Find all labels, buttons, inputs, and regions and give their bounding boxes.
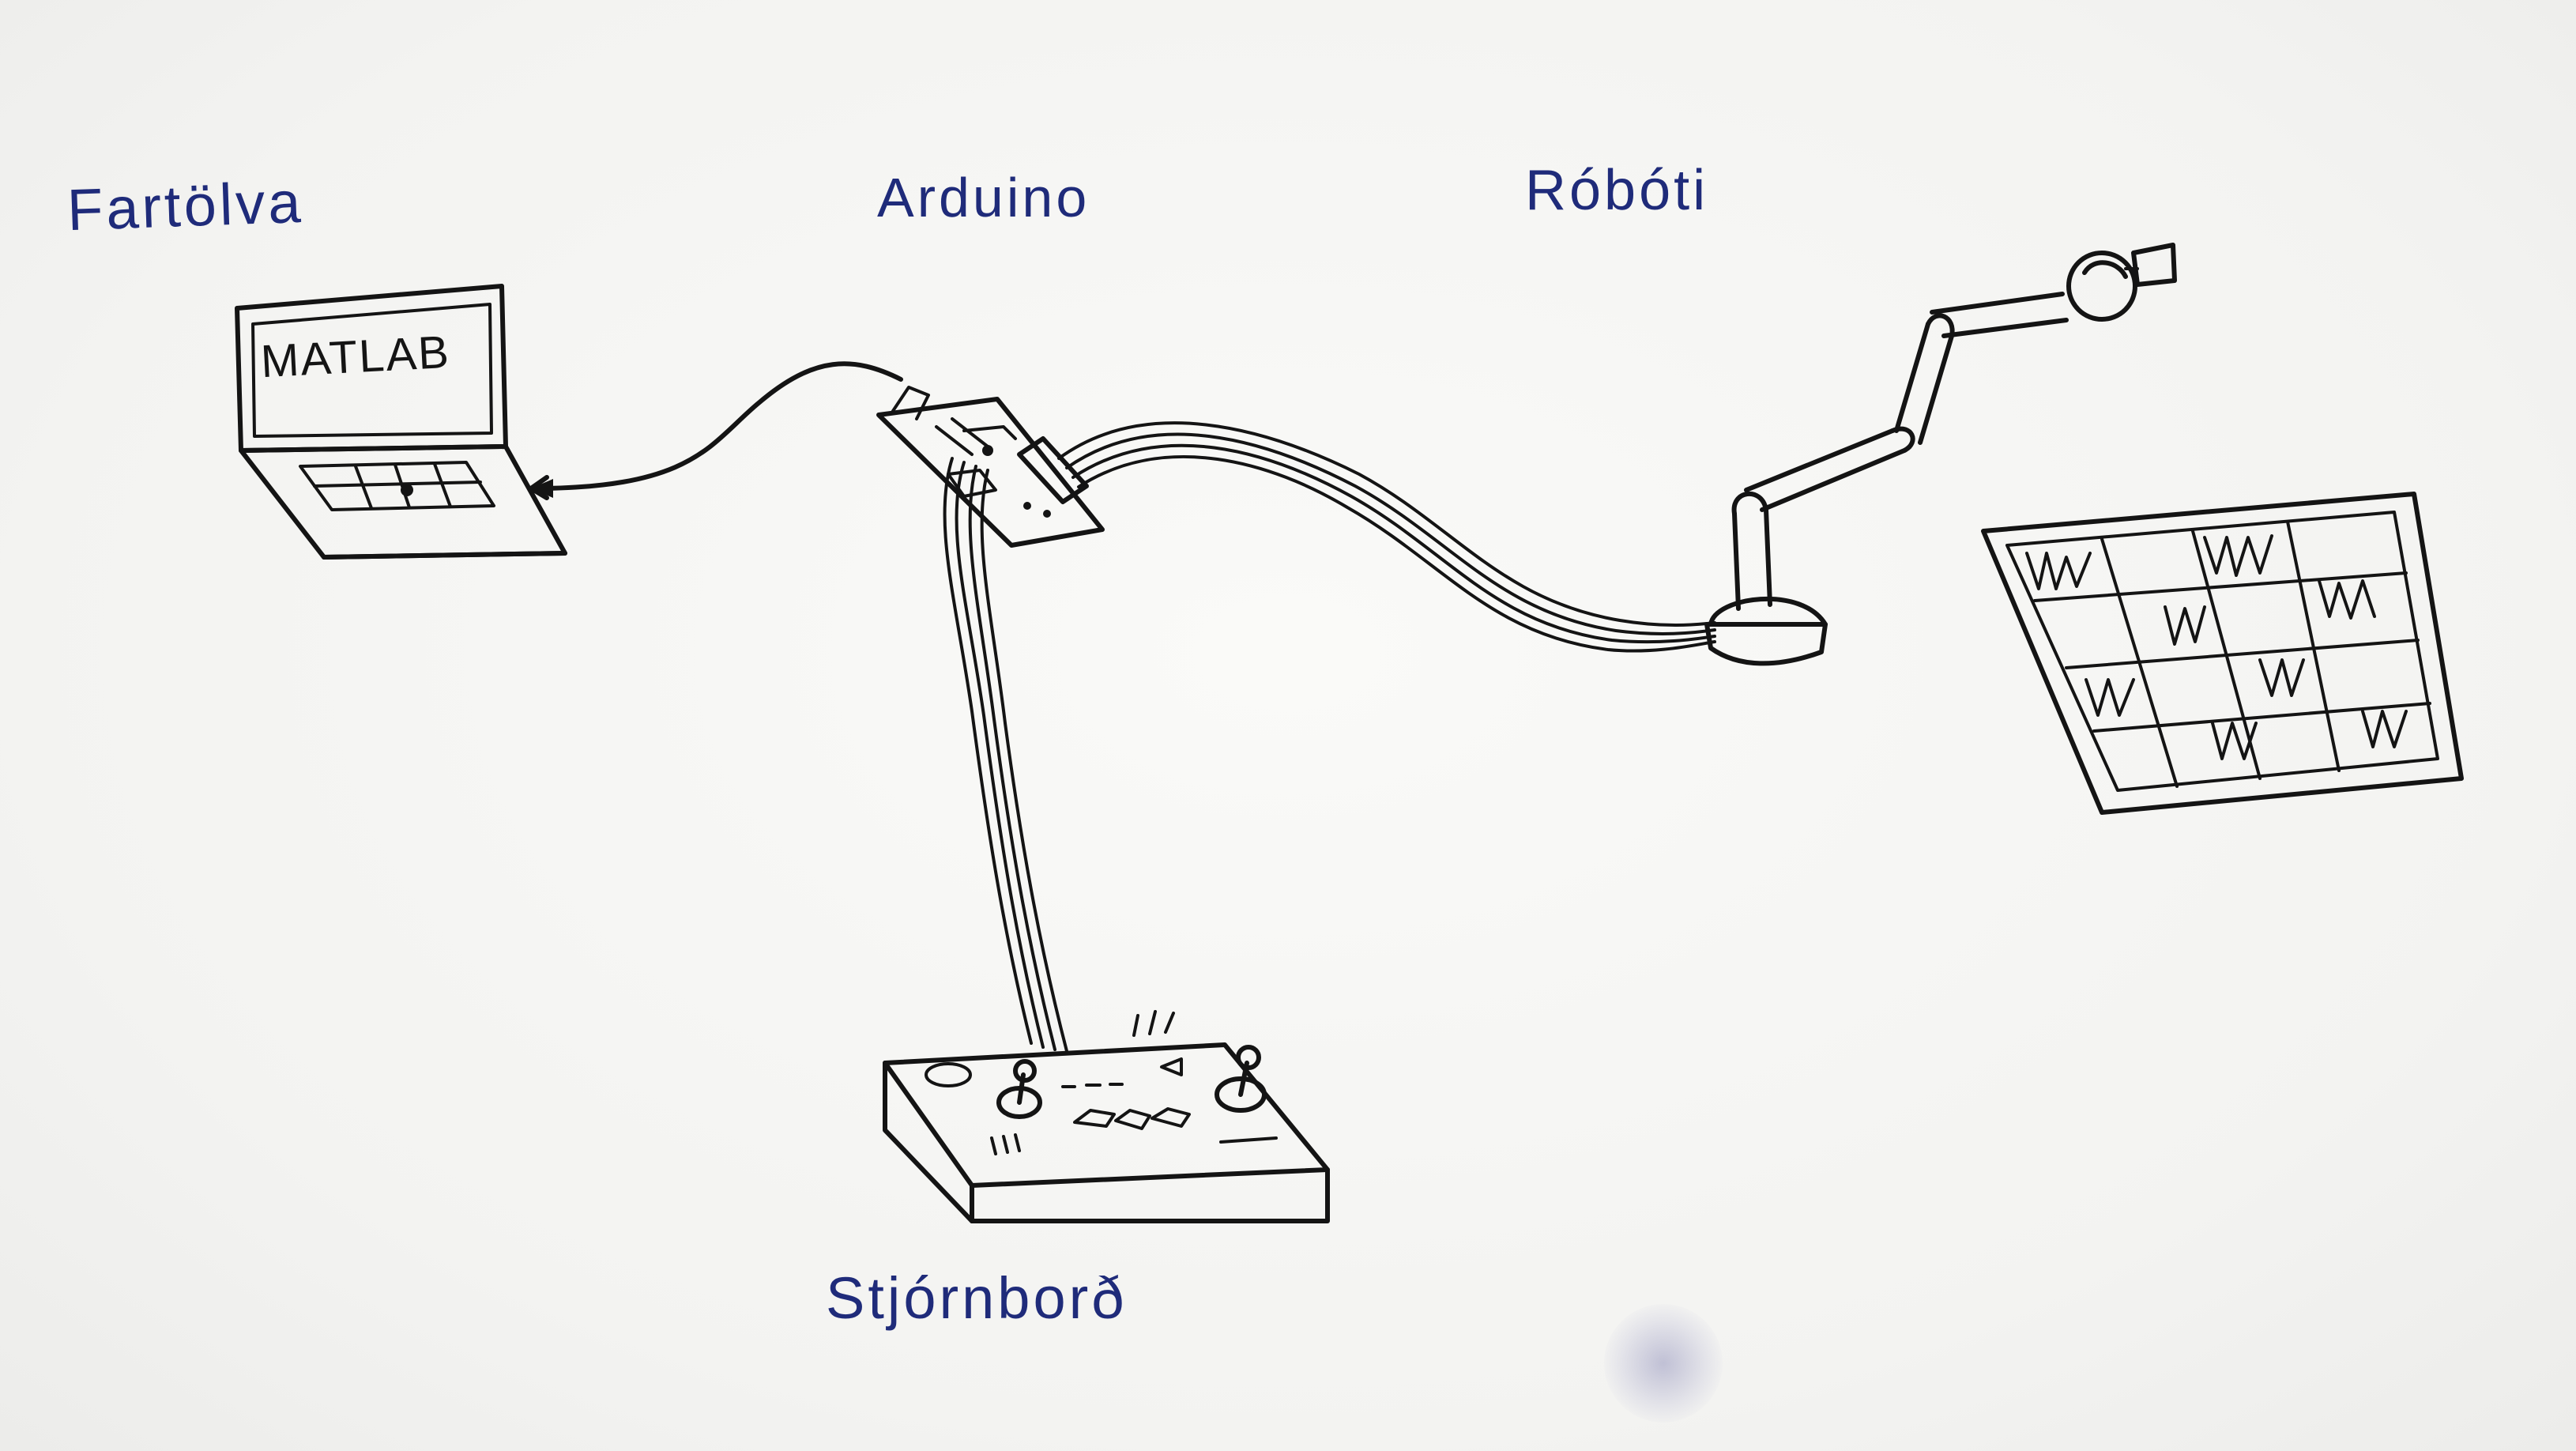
usb-cable	[529, 361, 903, 500]
monitor-drawing	[1981, 492, 2464, 815]
robot-wires	[1057, 421, 1716, 653]
control-board-label: Stjórnborð	[826, 1265, 1128, 1331]
laptop-label: Fartölva	[66, 168, 305, 243]
robot-arm-drawing	[1704, 243, 2177, 666]
whiteboard-canvas: Fartölva Arduino Róbóti Stjórnborð MATLA…	[0, 0, 2576, 1451]
laptop-drawing	[235, 284, 567, 560]
control-board-wires	[943, 457, 1068, 1053]
arduino-label: Arduino	[877, 167, 1090, 228]
control-board-drawing	[883, 1010, 1330, 1223]
sketch-drawing	[235, 243, 2464, 1223]
ink-smudge	[1604, 1304, 1723, 1423]
laptop-screen-text: MATLAB	[259, 326, 452, 388]
robot-label: Róbóti	[1525, 159, 1709, 222]
